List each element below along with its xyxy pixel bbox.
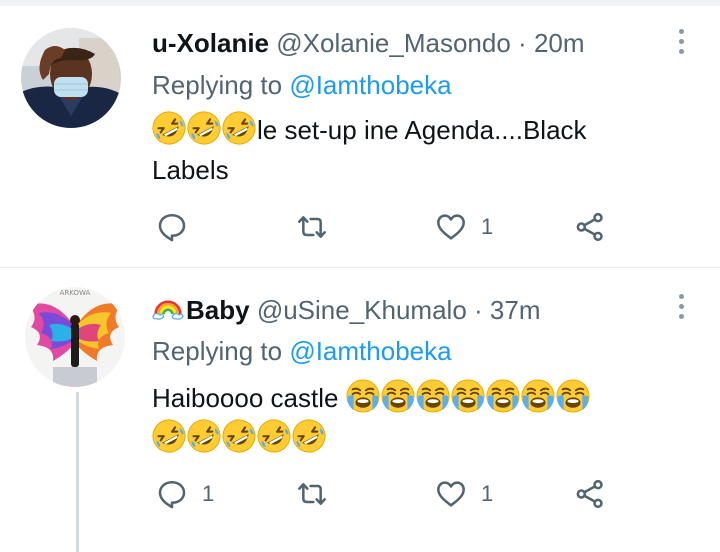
reply-button[interactable]: 1 <box>156 478 214 510</box>
more-options-icon[interactable] <box>678 29 686 59</box>
like-button[interactable]: 1 <box>435 478 493 510</box>
loudly-crying-emoji <box>346 379 380 413</box>
tweet-text-line: Haiboooo castle <box>152 383 339 413</box>
share-icon <box>574 478 606 510</box>
action-bar: 1 1 <box>152 478 632 512</box>
rolling-on-floor-laughing-emoji <box>187 419 221 453</box>
tweet-header: u-Xolanie @Xolanie_Masondo · 20m <box>152 27 585 59</box>
tweet-text: Haiboooo castle <box>152 378 672 458</box>
thread-connector-line <box>76 392 79 552</box>
mention-link[interactable]: @Iamthobeka <box>289 336 451 366</box>
loudly-crying-emoji <box>451 379 485 413</box>
like-button[interactable]: 1 <box>435 211 493 243</box>
tweet-text-line: Labels <box>152 155 229 185</box>
share-button[interactable] <box>574 478 606 510</box>
share-icon <box>574 211 606 243</box>
replying-to: Replying to @Iamthobeka <box>152 69 452 101</box>
user-handle[interactable]: @uSine_Khumalo <box>257 295 467 325</box>
like-count: 1 <box>481 214 494 239</box>
heart-icon <box>435 211 467 243</box>
tweet-reply[interactable]: ARKOWA Baby @uSine_Khumalo · 37m Replyin… <box>0 268 720 552</box>
display-name[interactable]: u-Xolanie <box>152 28 269 58</box>
replying-label: Replying to <box>152 70 283 100</box>
svg-text:ARKOWA: ARKOWA <box>60 289 91 297</box>
rolling-on-floor-laughing-emoji <box>257 419 291 453</box>
replying-label: Replying to <box>152 336 283 366</box>
loudly-crying-emoji <box>416 379 450 413</box>
avatar[interactable] <box>21 28 121 128</box>
reply-icon <box>156 211 188 243</box>
reply-button[interactable] <box>156 211 202 243</box>
avatar[interactable]: ARKOWA <box>25 287 125 387</box>
loudly-crying-emoji <box>556 379 590 413</box>
tweet-header: Baby @uSine_Khumalo · 37m <box>152 293 541 326</box>
tweet-reply[interactable]: u-Xolanie @Xolanie_Masondo · 20m Replyin… <box>0 6 720 267</box>
reply-count: 1 <box>202 481 215 506</box>
like-count: 1 <box>481 481 494 506</box>
loudly-crying-emoji <box>521 379 555 413</box>
timestamp[interactable]: 20m <box>534 28 585 58</box>
retweet-icon <box>296 211 328 243</box>
separator-dot: · <box>474 295 483 325</box>
display-name[interactable]: Baby <box>186 295 250 325</box>
user-handle[interactable]: @Xolanie_Masondo <box>276 28 511 58</box>
rolling-on-floor-laughing-emoji <box>222 111 256 145</box>
rolling-on-floor-laughing-emoji <box>222 419 256 453</box>
rainbow-emoji <box>152 300 184 320</box>
loudly-crying-emoji <box>381 379 415 413</box>
tweet-text: le set-up ine Agenda....Black Labels <box>152 110 672 190</box>
separator-dot: · <box>518 28 527 58</box>
more-options-icon[interactable] <box>678 294 686 324</box>
tweet-text-line: le set-up ine Agenda....Black <box>257 115 587 145</box>
retweet-icon <box>296 478 328 510</box>
share-button[interactable] <box>574 211 606 243</box>
loudly-crying-emoji <box>486 379 520 413</box>
retweet-button[interactable] <box>296 478 342 510</box>
rolling-on-floor-laughing-emoji <box>152 111 186 145</box>
heart-icon <box>435 478 467 510</box>
rolling-on-floor-laughing-emoji <box>187 111 221 145</box>
action-bar: 1 <box>152 211 632 245</box>
mention-link[interactable]: @Iamthobeka <box>289 70 451 100</box>
timestamp[interactable]: 37m <box>490 295 541 325</box>
replying-to: Replying to @Iamthobeka <box>152 335 452 367</box>
rolling-on-floor-laughing-emoji <box>152 419 186 453</box>
retweet-button[interactable] <box>296 211 342 243</box>
rolling-on-floor-laughing-emoji <box>292 419 326 453</box>
reply-icon <box>156 478 188 510</box>
